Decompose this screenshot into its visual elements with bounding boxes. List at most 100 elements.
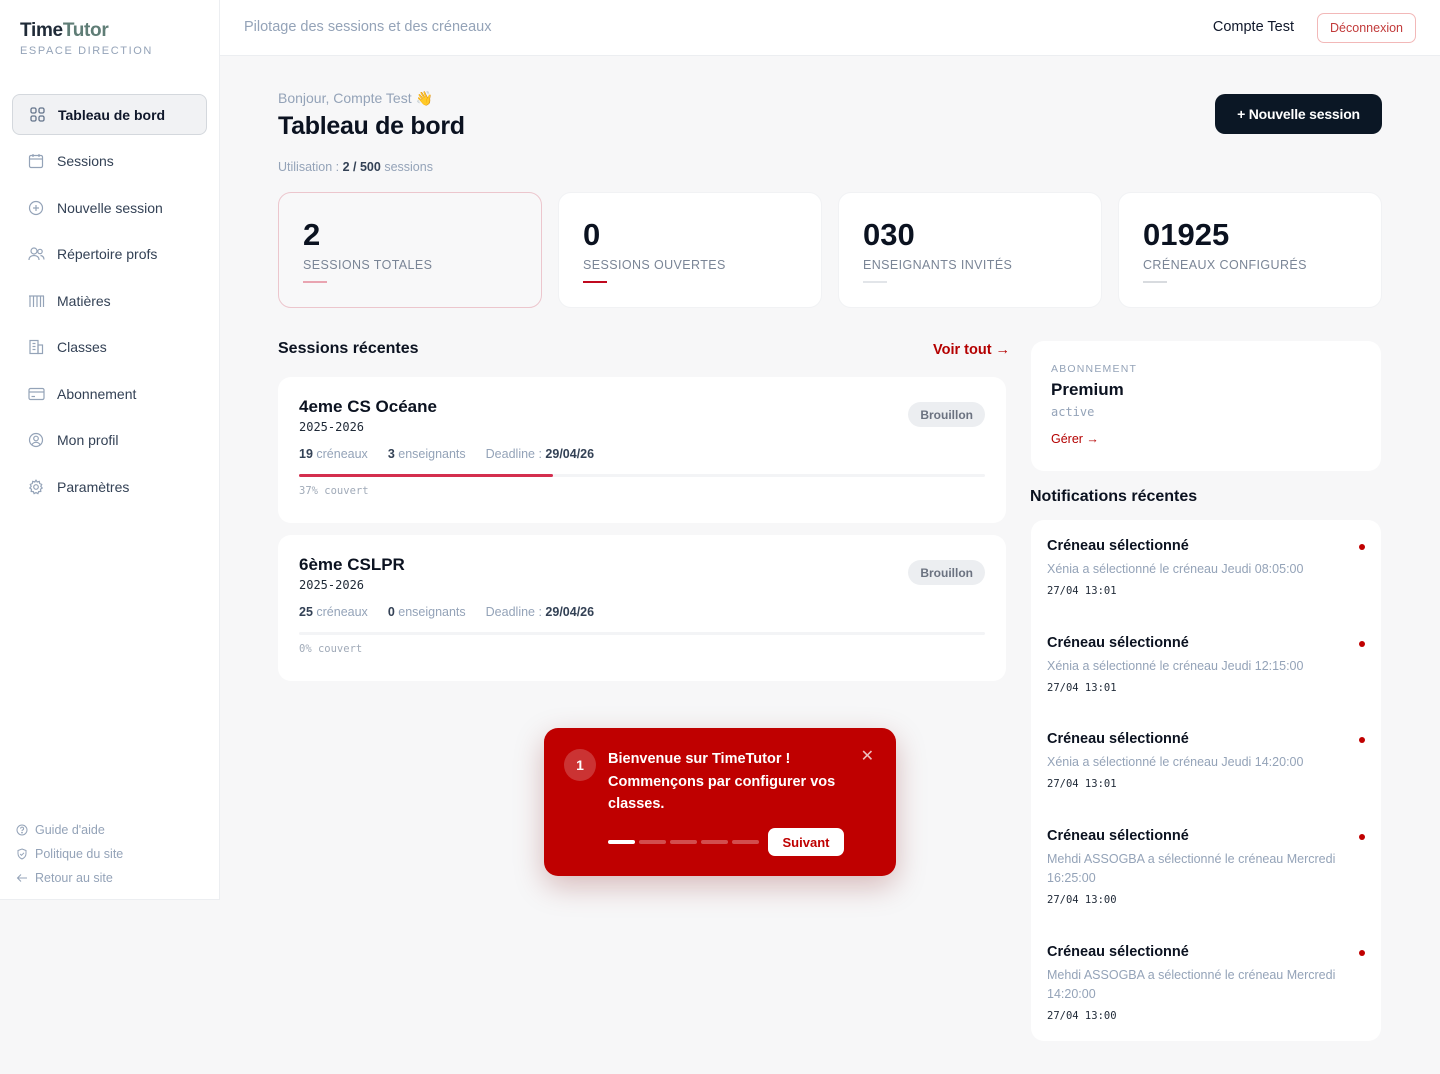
users-icon [27, 245, 45, 263]
session-teachers: 0 enseignants [387, 605, 466, 619]
notification-item[interactable]: Créneau sélectionné Mehdi ASSOGBA a séle… [1047, 828, 1367, 906]
session-year: 2025-2026 [299, 578, 365, 592]
notification-item[interactable]: Créneau sélectionné Mehdi ASSOGBA a séle… [1047, 944, 1367, 1022]
tour-progress-dot [732, 840, 759, 844]
notification-time: 27/04 13:01 [1047, 585, 1117, 597]
unread-dot [1359, 737, 1365, 743]
stat-label: SESSIONS TOTALES [303, 258, 433, 272]
sidebar-item-label: Mon profil [57, 432, 119, 448]
brand-subtitle: ESPACE DIRECTION [20, 45, 153, 57]
sidebar-item-subscription[interactable]: Abonnement [12, 373, 207, 414]
gear-icon [27, 478, 45, 496]
stat-value: 030 [863, 217, 915, 252]
tour-progress-dots [608, 840, 759, 844]
sidebar-item-settings[interactable]: Paramètres [12, 466, 207, 507]
notification-body: Mehdi ASSOGBA a sélectionné le créneau M… [1047, 968, 1336, 1001]
sidebar-footer: Guide d'aide Politique du site Retour au… [16, 818, 123, 890]
notification-title: Créneau sélectionné [1047, 944, 1189, 960]
stat-card-configured-slots[interactable]: 01925 CRÉNEAUX CONFIGURÉS [1118, 192, 1382, 308]
arrow-left-icon [16, 872, 29, 885]
stat-value: 0 [583, 217, 601, 252]
subscription-plan: Premium [1051, 380, 1124, 399]
site-policy-label: Politique du site [35, 847, 124, 861]
see-all-link[interactable]: Voir tout → [933, 342, 1010, 358]
sidebar-item-teachers[interactable]: Répertoire profs [12, 234, 207, 275]
notification-body: Xénia a sélectionné le créneau Jeudi 12:… [1047, 659, 1304, 673]
notification-body: Xénia a sélectionné le créneau Jeudi 14:… [1047, 755, 1304, 769]
notification-time: 27/04 13:00 [1047, 1010, 1117, 1022]
notifications-panel: Créneau sélectionné Xénia a sélectionné … [1031, 520, 1381, 1041]
notification-title: Créneau sélectionné [1047, 635, 1189, 651]
notification-time: 27/04 13:01 [1047, 778, 1117, 790]
new-session-button[interactable]: + Nouvelle session [1215, 94, 1382, 134]
notification-item[interactable]: Créneau sélectionné Xénia a sélectionné … [1047, 731, 1367, 790]
sidebar-nav: Tableau de bord Sessions Nouvelle sessio… [12, 94, 207, 513]
recent-sessions-title: Sessions récentes [278, 340, 419, 357]
brand[interactable]: TimeTutor ESPACE DIRECTION [20, 20, 153, 57]
stat-accent-bar [303, 281, 327, 283]
sidebar-item-label: Nouvelle session [57, 199, 163, 216]
coverage-label: 37% couvert [299, 485, 369, 497]
back-to-site-link[interactable]: Retour au site [16, 866, 123, 890]
sidebar-item-new-session[interactable]: Nouvelle session [12, 187, 207, 228]
stat-value: 01925 [1143, 217, 1230, 252]
coverage-progress [299, 474, 985, 477]
session-name: 4eme CS Océane [299, 397, 437, 416]
notification-body: Mehdi ASSOGBA a sélectionné le créneau M… [1047, 852, 1336, 885]
notification-time: 27/04 13:00 [1047, 894, 1117, 906]
notification-item[interactable]: Créneau sélectionné Xénia a sélectionné … [1047, 635, 1367, 694]
session-card[interactable]: 4eme CS Océane 2025-2026 19 créneaux 3 e… [278, 377, 1006, 523]
stat-card-open-sessions[interactable]: 0 SESSIONS OUVERTES [558, 192, 822, 308]
unread-dot [1359, 950, 1365, 956]
shield-icon [16, 848, 29, 861]
notifications-title: Notifications récentes [1030, 488, 1198, 505]
coverage-progress-fill [299, 474, 553, 477]
notification-title: Créneau sélectionné [1047, 538, 1189, 554]
close-icon[interactable]: ✕ [861, 746, 874, 766]
sidebar: TimeTutor ESPACE DIRECTION Tableau de bo… [0, 0, 220, 900]
stat-label: CRÉNEAUX CONFIGURÉS [1143, 258, 1307, 272]
help-guide-link[interactable]: Guide d'aide [16, 818, 123, 842]
site-policy-link[interactable]: Politique du site [16, 842, 123, 866]
tour-message: Bienvenue sur TimeTutor ! Commençons par… [608, 751, 836, 812]
books-icon [27, 292, 45, 310]
sidebar-item-label: Paramètres [57, 478, 130, 495]
manage-subscription-link[interactable]: Gérer → [1051, 432, 1099, 446]
subscription-status: active [1051, 405, 1095, 419]
sidebar-item-label: Sessions [57, 153, 114, 169]
session-slots: 19 créneaux [299, 447, 368, 461]
session-meta: 25 créneaux 0 enseignants Deadline : 29/… [299, 605, 594, 619]
sidebar-item-label: Matières [57, 292, 111, 309]
logout-button[interactable]: Déconnexion [1317, 13, 1416, 43]
stat-value: 2 [303, 217, 321, 252]
stat-accent-bar [583, 281, 607, 283]
onboarding-tour-popover: 1 Bienvenue sur TimeTutor ! Commençons p… [544, 728, 896, 876]
topbar-title: Pilotage des sessions et des créneaux [244, 19, 492, 35]
stat-label: SESSIONS OUVERTES [583, 258, 726, 272]
tour-next-button[interactable]: Suivant [768, 828, 844, 856]
session-year: 2025-2026 [299, 420, 365, 434]
notification-title: Créneau sélectionné [1047, 828, 1189, 844]
stat-accent-bar [863, 281, 887, 283]
calendar-icon [27, 152, 45, 170]
sidebar-item-profile[interactable]: Mon profil [12, 420, 207, 461]
sidebar-item-sessions[interactable]: Sessions [12, 141, 207, 182]
help-guide-label: Guide d'aide [35, 823, 105, 837]
coverage-label: 0% couvert [299, 643, 363, 655]
greeting: Bonjour, Compte Test 👋 [278, 90, 433, 106]
session-card[interactable]: 6ème CSLPR 2025-2026 25 créneaux 0 ensei… [278, 535, 1006, 681]
session-teachers: 3 enseignants [387, 447, 466, 461]
sidebar-item-dashboard[interactable]: Tableau de bord [12, 94, 207, 135]
notification-item[interactable]: Créneau sélectionné Xénia a sélectionné … [1047, 538, 1367, 597]
page-title: Tableau de bord [278, 112, 465, 140]
stat-card-invited-teachers[interactable]: 030 ENSEIGNANTS INVITÉS [838, 192, 1102, 308]
sidebar-item-subjects[interactable]: Matières [12, 280, 207, 321]
notification-title: Créneau sélectionné [1047, 731, 1189, 747]
help-icon [16, 824, 29, 837]
sidebar-item-classes[interactable]: Classes [12, 327, 207, 368]
brand-logo: TimeTutor [20, 20, 109, 41]
notification-body: Xénia a sélectionné le créneau Jeudi 08:… [1047, 562, 1304, 576]
credit-card-icon [27, 385, 45, 403]
notification-time: 27/04 13:01 [1047, 682, 1117, 694]
stat-card-total-sessions[interactable]: 2 SESSIONS TOTALES [278, 192, 542, 308]
